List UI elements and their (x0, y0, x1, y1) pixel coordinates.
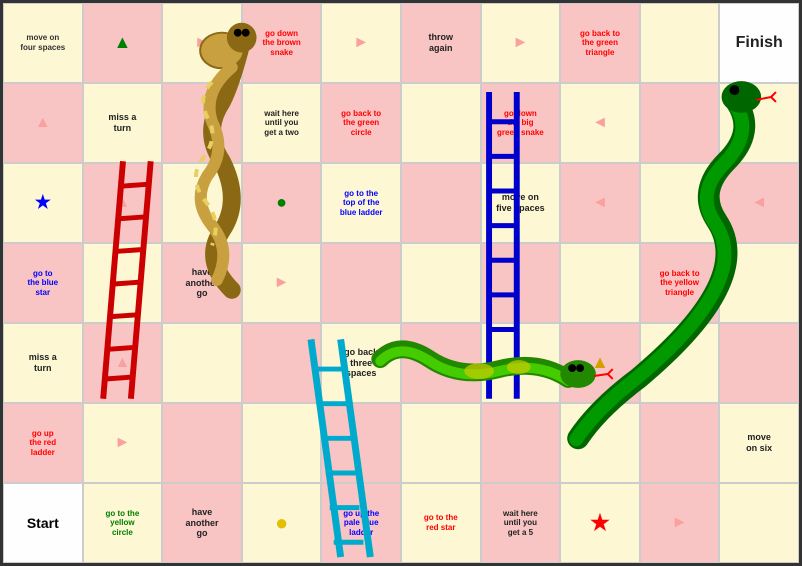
cell-r1c4: go back tothe greencircle (321, 83, 401, 163)
cell-r5c8 (640, 403, 720, 483)
cell-r6c2: haveanothergo (162, 483, 242, 563)
cell-r6c6: wait hereuntil youget a 5 (481, 483, 561, 563)
cell-r1c0: ▲ (3, 83, 83, 163)
cell-r3c7 (560, 243, 640, 323)
cell-r5c5 (401, 403, 481, 483)
arrow-right-icon6: ► (672, 513, 688, 532)
cell-r6c9 (719, 483, 799, 563)
cell-r2c0: ★ (3, 163, 83, 243)
cell-r5c1: ► (83, 403, 163, 483)
cell-r0c3: go downthe brownsnake (242, 3, 322, 83)
cell-r3c6 (481, 243, 561, 323)
cell-r6c1: go to theyellowcircle (83, 483, 163, 563)
cell-r2c4: go to thetop of theblue ladder (321, 163, 401, 243)
cell-r4c9 (719, 323, 799, 403)
star-blue-icon: ★ (35, 192, 51, 214)
cell-r3c2: haveanothergo (162, 243, 242, 323)
cell-r4c0: miss aturn (3, 323, 83, 403)
circle-yellow-icon: ● (275, 510, 288, 536)
arrow-right-icon5: ► (114, 433, 130, 452)
arrow-right-icon3: ► (512, 33, 528, 52)
arrow-up-icon2: ▲ (114, 193, 130, 212)
cell-r0c6: ► (481, 3, 561, 83)
circle-green-icon: ● (276, 192, 287, 214)
cell-r2c8 (640, 163, 720, 243)
cell-r2c9: ◄ (719, 163, 799, 243)
cell-finish: Finish (719, 3, 799, 83)
cell-r2c7: ◄ (560, 163, 640, 243)
cell-r6c8: ► (640, 483, 720, 563)
cell-r0c2: ► (162, 3, 242, 83)
cell-r4c3 (242, 323, 322, 403)
star-red-icon: ★ (590, 510, 610, 536)
cell-r4c5 (401, 323, 481, 403)
cell-r1c7: ◄ (560, 83, 640, 163)
cell-r3c3: ► (242, 243, 322, 323)
cell-r1c8 (640, 83, 720, 163)
cell-r5c3 (242, 403, 322, 483)
cell-r5c0: go upthe redladder (3, 403, 83, 483)
cell-r1c1: miss aturn (83, 83, 163, 163)
cell-r5c2 (162, 403, 242, 483)
cell-r3c1 (83, 243, 163, 323)
cell-r5c7 (560, 403, 640, 483)
arrow-left-icon3: ◄ (751, 193, 767, 212)
cell-r3c9 (719, 243, 799, 323)
cell-r6c3: ● (242, 483, 322, 563)
cell-r4c4: go backthreespaces (321, 323, 401, 403)
game-board: move onfour spaces ▲ ► go downthe browns… (0, 0, 802, 566)
cell-r0c1: ▲ (83, 3, 163, 83)
cell-r6c5: go to thered star (401, 483, 481, 563)
cell-r2c1: ▲ (83, 163, 163, 243)
cell-r2c2 (162, 163, 242, 243)
cell-r0c7: go back tothe greentriangle (560, 3, 640, 83)
cell-r5c9: moveon six (719, 403, 799, 483)
cell-r6c4: go up thepale blueladder (321, 483, 401, 563)
cell-r5c4 (321, 403, 401, 483)
arrow-right-icon2: ► (353, 33, 369, 52)
cell-r3c4 (321, 243, 401, 323)
arrow-left-icon2: ◄ (592, 193, 608, 212)
cell-r6c7: ★ (560, 483, 640, 563)
triangle-green-icon: ▲ (113, 32, 131, 54)
cell-r1c2 (162, 83, 242, 163)
cell-r2c3: ● (242, 163, 322, 243)
arrow-right-icon: ► (194, 33, 210, 52)
cell-r2c6: move onfive spaces (481, 163, 561, 243)
triangle-yellow-icon: ▲ (591, 352, 609, 374)
cell-r3c5 (401, 243, 481, 323)
cell-r0c8 (640, 3, 720, 83)
cell-r3c0: go tothe bluestar (3, 243, 83, 323)
arrow-right-icon4: ► (274, 273, 290, 292)
cell-r4c7: ▲ (560, 323, 640, 403)
cell-r4c6 (481, 323, 561, 403)
cell-r2c5 (401, 163, 481, 243)
cell-r1c9 (719, 83, 799, 163)
cell-r3c8: go back tothe yellowtriangle (640, 243, 720, 323)
cell-start: Start (3, 483, 83, 563)
cell-r4c2 (162, 323, 242, 403)
cell-r4c1: ▲ (83, 323, 163, 403)
cell-r1c3: wait hereuntil youget a two (242, 83, 322, 163)
cell-r1c5 (401, 83, 481, 163)
cell-r4c8 (640, 323, 720, 403)
cell-r0c0: move onfour spaces (3, 3, 83, 83)
arrow-up-icon3: ▲ (114, 353, 130, 372)
cell-r0c5: throwagain (401, 3, 481, 83)
arrow-up-icon: ▲ (35, 113, 51, 132)
arrow-left-icon: ◄ (592, 113, 608, 132)
cell-r0c4: ► (321, 3, 401, 83)
cell-r1c6: go downthe biggreen snake (481, 83, 561, 163)
cell-r5c6 (481, 403, 561, 483)
